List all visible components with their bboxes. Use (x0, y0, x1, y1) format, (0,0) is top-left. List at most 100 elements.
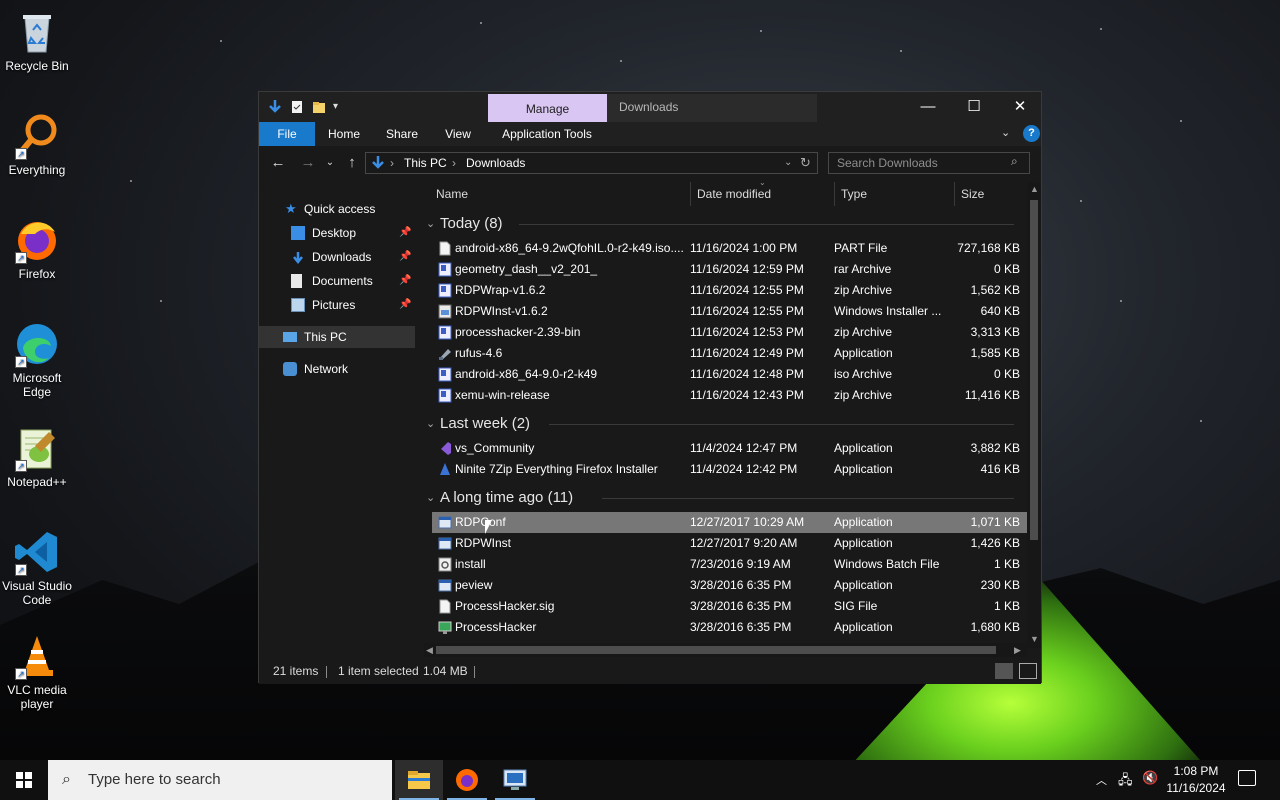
file-size: 3,882 KB (970, 441, 1020, 455)
breadcrumb-downloads[interactable]: Downloads (466, 153, 525, 173)
column-header-size[interactable]: Size (961, 186, 984, 202)
desktop-icon-edge[interactable]: ↗ Microsoft Edge (2, 320, 72, 399)
file-row[interactable]: android-x86_64-9.0-r2-k49 11/16/2024 12:4… (432, 364, 1027, 385)
nav-desktop[interactable]: Desktop 📌 (259, 222, 415, 244)
breadcrumb-this-pc[interactable]: This PC (404, 153, 447, 173)
file-row[interactable]: install 7/23/2016 9:19 AM Windows Batch Fi… (432, 554, 1027, 575)
tab-application-tools[interactable]: Application Tools (493, 122, 601, 146)
new-folder-icon[interactable] (311, 99, 327, 115)
column-header-name[interactable]: Name (436, 186, 468, 202)
details-view-icon[interactable] (995, 663, 1013, 679)
file-row[interactable]: xemu-win-release 11/16/2024 12:43 PM zip A… (432, 385, 1027, 406)
file-date: 11/16/2024 12:55 PM (690, 283, 804, 297)
file-row[interactable]: ProcessHacker 3/28/2016 6:35 PM Applicatio… (432, 617, 1027, 638)
start-button[interactable] (0, 760, 48, 800)
quick-access-toolbar: ▾ (267, 98, 349, 116)
desktop-icon-vlc[interactable]: ↗ VLC media player (2, 632, 72, 711)
scrollbar-thumb[interactable] (436, 646, 996, 654)
tab-home[interactable]: Home (321, 122, 367, 146)
selected-count: 1 item selected (338, 664, 419, 678)
horizontal-scrollbar[interactable]: ◀ ▶ (424, 643, 1027, 657)
file-row[interactable]: RDPConf 12/27/2017 10:29 AM Application 1,0… (432, 512, 1027, 533)
tab-file[interactable]: File (259, 122, 315, 146)
file-row[interactable]: peview 3/28/2016 6:35 PM Application 230 KB (432, 575, 1027, 596)
scroll-right-arrow-icon[interactable]: ▶ (1014, 645, 1021, 656)
scroll-left-arrow-icon[interactable]: ◀ (426, 645, 433, 656)
tab-view[interactable]: View (435, 122, 481, 146)
file-name: RDPWInst-v1.6.2 (455, 304, 548, 318)
nav-quick-access[interactable]: ★ Quick access (259, 198, 415, 220)
desktop-icon-firefox[interactable]: ↗ Firefox (2, 216, 72, 281)
file-list: Name Date modified ⌄ Type Size ⌄ Today (8… (424, 178, 1027, 648)
column-header-date[interactable]: Date modified (697, 186, 771, 202)
up-arrow-icon[interactable]: ↑ (341, 152, 363, 174)
group-header[interactable]: ⌄ Today (8) (424, 212, 1024, 236)
group-header[interactable]: ⌄ A long time ago (11) (424, 486, 1024, 510)
scroll-down-arrow-icon[interactable]: ▼ (1030, 634, 1039, 644)
file-date: 11/4/2024 12:42 PM (690, 462, 798, 476)
taskbar-clock[interactable]: 1:08 PM 11/16/2024 (1160, 763, 1232, 797)
vertical-scrollbar[interactable]: ▲ ▼ (1027, 182, 1041, 648)
help-icon[interactable]: ? (1023, 125, 1040, 142)
search-input[interactable]: Search Downloads (828, 152, 1030, 174)
notification-center-icon[interactable] (1238, 770, 1256, 786)
minimize-button[interactable]: — (905, 92, 951, 122)
taskbar-file-explorer[interactable] (395, 760, 443, 800)
file-row[interactable]: rufus-4.6 11/16/2024 12:49 PM Application 1… (432, 343, 1027, 364)
group-header[interactable]: ⌄ Last week (2) (424, 412, 1024, 436)
file-row[interactable]: RDPWInst 12/27/2017 9:20 AM Application 1,4… (432, 533, 1027, 554)
recent-locations-chevron-icon[interactable]: ⌄ (319, 152, 341, 174)
file-row[interactable]: android-x86_64-9.2wQfohIL.0-r2-k49.iso..… (432, 238, 1027, 259)
refresh-icon[interactable]: ↻ (800, 153, 811, 173)
taskbar-search-box[interactable]: ⌕ Type here to search (48, 760, 392, 800)
file-type: SIG File (834, 599, 878, 613)
close-button[interactable]: ✕ (997, 92, 1043, 122)
taskbar-rdpconf[interactable] (491, 760, 539, 800)
nav-downloads[interactable]: Downloads 📌 (259, 246, 415, 268)
desktop-icon-label: VLC media player (7, 683, 67, 711)
file-row[interactable]: processhacker-2.39-bin 11/16/2024 12:53 P… (432, 322, 1027, 343)
title-bar[interactable]: ▾ Manage Downloads — ☐ ✕ (259, 92, 1041, 122)
tab-share[interactable]: Share (379, 122, 425, 146)
file-row[interactable]: geometry_dash__v2_201_ 11/16/2024 12:59 P… (432, 259, 1027, 280)
properties-icon[interactable] (289, 99, 305, 115)
back-arrow-icon[interactable]: ← (267, 152, 289, 174)
file-row[interactable]: RDPWrap-v1.6.2 11/16/2024 12:55 PM zip Arc… (432, 280, 1027, 301)
file-row[interactable]: vs_Community 11/4/2024 12:47 PM Applicatio… (432, 438, 1027, 459)
nav-pictures[interactable]: Pictures 📌 (259, 294, 415, 316)
large-icons-view-icon[interactable] (1019, 663, 1037, 679)
tab-manage[interactable]: Manage (488, 94, 607, 122)
desktop-icon-everything[interactable]: ↗ Everything (2, 112, 72, 177)
column-separator[interactable] (834, 182, 835, 206)
address-bar[interactable]: › This PC › Downloads ⌄ ↻ (365, 152, 818, 174)
file-row[interactable]: ProcessHacker.sig 3/28/2016 6:35 PM SIG Fi… (432, 596, 1027, 617)
desktop-icon-vscode[interactable]: ↗ Visual Studio Code (2, 528, 72, 607)
customize-toolbar-icon[interactable]: ▾ (333, 99, 349, 115)
maximize-button[interactable]: ☐ (951, 92, 997, 122)
desktop-icon-recycle-bin[interactable]: Recycle Bin (2, 8, 72, 73)
collapse-chevron-icon[interactable]: ⌄ (426, 212, 435, 236)
recycle-bin-icon (13, 8, 61, 56)
collapse-chevron-icon[interactable]: ⌄ (426, 412, 435, 436)
volume-muted-icon[interactable]: 🔇 (1142, 770, 1158, 800)
collapse-chevron-icon[interactable]: ⌄ (426, 486, 435, 510)
column-separator[interactable] (690, 182, 691, 206)
desktop-icon-notepadpp[interactable]: ↗ Notepad++ (2, 424, 72, 489)
network-status-icon[interactable]: 🖧 (1118, 771, 1133, 800)
address-history-chevron-icon[interactable]: ⌄ (784, 153, 792, 173)
scrollbar-thumb[interactable] (1030, 200, 1038, 540)
taskbar-firefox[interactable] (443, 760, 491, 800)
file-date: 11/16/2024 12:53 PM (690, 325, 804, 339)
expand-ribbon-chevron-icon[interactable]: ⌄ (1001, 126, 1010, 139)
nav-documents[interactable]: Documents 📌 (259, 270, 415, 292)
column-separator[interactable] (954, 182, 955, 206)
file-row[interactable]: RDPWInst-v1.6.2 11/16/2024 12:55 PM Window… (432, 301, 1027, 322)
file-row[interactable]: Ninite 7Zip Everything Firefox Installer… (432, 459, 1027, 480)
nav-network[interactable]: Network (259, 358, 415, 380)
forward-arrow-icon[interactable]: → (297, 152, 319, 174)
group-divider (549, 424, 1014, 425)
column-header-type[interactable]: Type (841, 186, 867, 202)
scroll-up-arrow-icon[interactable]: ▲ (1030, 184, 1039, 194)
show-hidden-icons-chevron-icon[interactable]: ︿ (1096, 772, 1107, 800)
nav-this-pc[interactable]: This PC (259, 326, 415, 348)
